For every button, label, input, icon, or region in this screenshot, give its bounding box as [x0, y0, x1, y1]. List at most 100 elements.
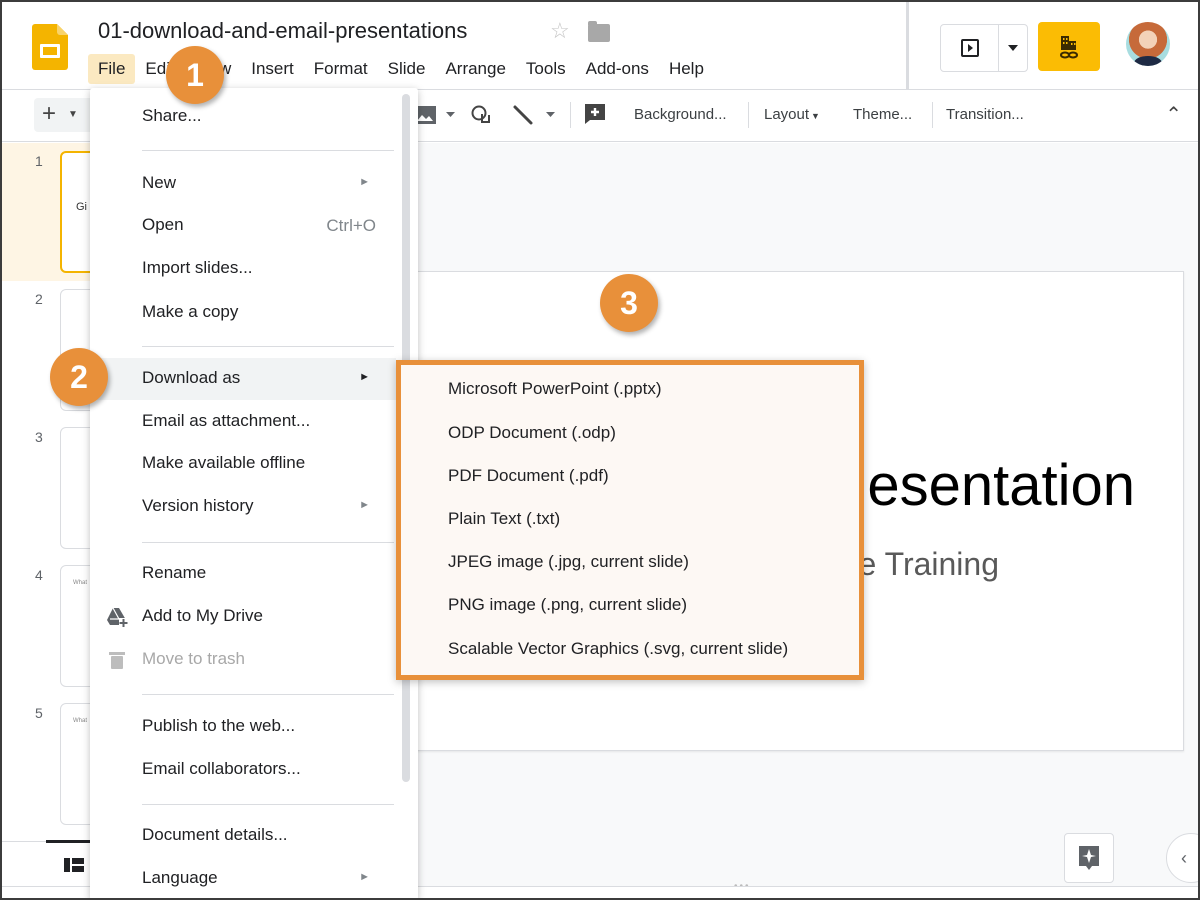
file-menu-open[interactable]: Open Ctrl+O	[90, 205, 390, 247]
filmstrip-slide[interactable]: 3	[2, 419, 120, 557]
line-icon[interactable]	[512, 104, 534, 126]
layout-button[interactable]: Layout ▼	[764, 106, 820, 123]
toolbar-separator	[748, 102, 749, 128]
menu-slide[interactable]: Slide	[378, 54, 436, 84]
file-menu-email-collaborators[interactable]: Email collaborators...	[90, 749, 390, 791]
slide-number: 2	[35, 291, 43, 307]
share-button[interactable]	[1038, 22, 1100, 71]
menu-item-label: Download as	[142, 368, 241, 387]
file-menu-language[interactable]: Language ►	[90, 858, 390, 898]
menu-item-label: Make available offline	[142, 453, 306, 472]
menu-format[interactable]: Format	[304, 54, 378, 84]
file-menu-import-slides[interactable]: Import slides...	[90, 248, 390, 290]
menu-item-label: ODP Document (.odp)	[448, 423, 616, 442]
share-lock-icon	[1060, 35, 1078, 58]
menu-help[interactable]: Help	[659, 54, 714, 84]
download-as-submenu: Microsoft PowerPoint (.pptx) ODP Documen…	[396, 360, 864, 680]
file-menu: Share... New ► Open Ctrl+O Import slides..…	[90, 88, 418, 898]
menu-shortcut: Ctrl+O	[326, 216, 376, 235]
slide-number: 5	[35, 705, 43, 721]
file-menu-version-history[interactable]: Version history ►	[90, 486, 390, 528]
slides-logo-icon[interactable]	[32, 24, 68, 70]
trash-icon	[109, 652, 125, 669]
callout-step-2: 2	[50, 348, 108, 406]
filmstrip-view-icon[interactable]	[64, 858, 84, 872]
menu-separator	[142, 150, 394, 151]
filmstrip-slide[interactable]: 1 Gi	[2, 143, 120, 281]
callout-step-1: 1	[166, 46, 224, 104]
menu-item-label: PDF Document (.pdf)	[448, 466, 609, 485]
present-dropdown-button[interactable]	[999, 25, 1027, 71]
present-icon	[960, 39, 979, 57]
submenu-arrow-icon: ►	[359, 871, 370, 883]
file-menu-download-as[interactable]: Download as ►	[90, 358, 396, 400]
download-odp[interactable]: ODP Document (.odp)	[401, 413, 859, 456]
submenu-arrow-icon: ►	[359, 499, 370, 511]
filmstrip-slide[interactable]: 5 What	[2, 695, 120, 833]
star-icon[interactable]: ☆	[550, 18, 570, 44]
file-menu-email-attachment[interactable]: Email as attachment...	[90, 401, 390, 443]
download-pdf[interactable]: PDF Document (.pdf)	[401, 456, 859, 499]
theme-button[interactable]: Theme...	[853, 106, 912, 123]
user-avatar[interactable]	[1126, 22, 1170, 66]
explore-button[interactable]	[1064, 833, 1114, 883]
new-slide-button[interactable]: + ▼	[34, 98, 94, 132]
shape-icon[interactable]	[470, 104, 492, 126]
menu-separator	[142, 346, 394, 347]
callout-number: 2	[70, 359, 88, 395]
file-menu-add-to-drive[interactable]: Add to My Drive	[90, 596, 390, 638]
menu-item-label: Email as attachment...	[142, 411, 311, 430]
download-png[interactable]: PNG image (.png, current slide)	[401, 585, 859, 628]
download-txt[interactable]: Plain Text (.txt)	[401, 499, 859, 542]
file-menu-make-copy[interactable]: Make a copy	[90, 292, 390, 334]
file-menu-publish-web[interactable]: Publish to the web...	[90, 706, 390, 748]
menu-item-label: Email collaborators...	[142, 759, 301, 778]
file-menu-move-to-trash[interactable]: Move to trash	[90, 639, 390, 681]
callout-step-3: 3	[600, 274, 658, 332]
menu-tools[interactable]: Tools	[516, 54, 576, 84]
side-panel-toggle[interactable]: ‹	[1166, 833, 1198, 883]
download-pptx[interactable]: Microsoft PowerPoint (.pptx)	[401, 369, 859, 412]
present-button-group	[940, 24, 1028, 72]
menu-item-label: Scalable Vector Graphics (.svg, current …	[448, 639, 789, 658]
caret-down-icon[interactable]	[446, 112, 455, 117]
thumbnail-text: Gi	[76, 201, 87, 213]
callout-number: 1	[186, 57, 204, 93]
submenu-arrow-icon: ►	[359, 371, 370, 383]
download-jpg[interactable]: JPEG image (.jpg, current slide)	[401, 542, 859, 585]
file-menu-share[interactable]: Share...	[90, 96, 390, 138]
collapse-toolbar-icon[interactable]: ⌃	[1165, 102, 1182, 127]
slide-number: 3	[35, 429, 43, 445]
menu-item-label: Move to trash	[142, 649, 245, 668]
download-svg[interactable]: Scalable Vector Graphics (.svg, current …	[401, 629, 859, 672]
transition-button[interactable]: Transition...	[946, 106, 1024, 123]
add-comment-icon[interactable]	[584, 103, 606, 125]
menu-item-label: Microsoft PowerPoint (.pptx)	[448, 379, 662, 398]
plus-icon: +	[42, 100, 57, 127]
menu-item-label: Make a copy	[142, 302, 239, 321]
menu-insert[interactable]: Insert	[241, 54, 304, 84]
header-divider	[906, 2, 909, 90]
toolbar-separator	[932, 102, 933, 128]
menu-item-label: Language	[142, 868, 218, 887]
filmstrip-slide[interactable]: 4 What	[2, 557, 120, 695]
slide-filmstrip: 1 Gi 2 3 4 What 5 What	[2, 143, 120, 843]
submenu-arrow-icon: ►	[359, 176, 370, 188]
document-title[interactable]: 01-download-and-email-presentations	[98, 18, 467, 44]
folder-icon[interactable]	[588, 21, 610, 42]
background-button[interactable]: Background...	[634, 106, 727, 123]
menu-file[interactable]: File	[88, 54, 136, 84]
menu-item-label: Add to My Drive	[142, 606, 263, 625]
menu-arrange[interactable]: Arrange	[435, 54, 515, 84]
menu-item-label: Publish to the web...	[142, 716, 296, 735]
caret-down-icon: ▼	[811, 111, 820, 121]
caret-down-icon[interactable]	[546, 112, 555, 117]
menu-item-label: Share...	[142, 106, 202, 125]
file-menu-document-details[interactable]: Document details...	[90, 815, 390, 857]
menu-item-label: Document details...	[142, 825, 288, 844]
file-menu-make-offline[interactable]: Make available offline	[90, 443, 390, 485]
file-menu-new[interactable]: New ►	[90, 163, 390, 205]
menu-addons[interactable]: Add-ons	[576, 54, 659, 84]
present-button[interactable]	[941, 25, 999, 71]
file-menu-rename[interactable]: Rename	[90, 553, 390, 595]
